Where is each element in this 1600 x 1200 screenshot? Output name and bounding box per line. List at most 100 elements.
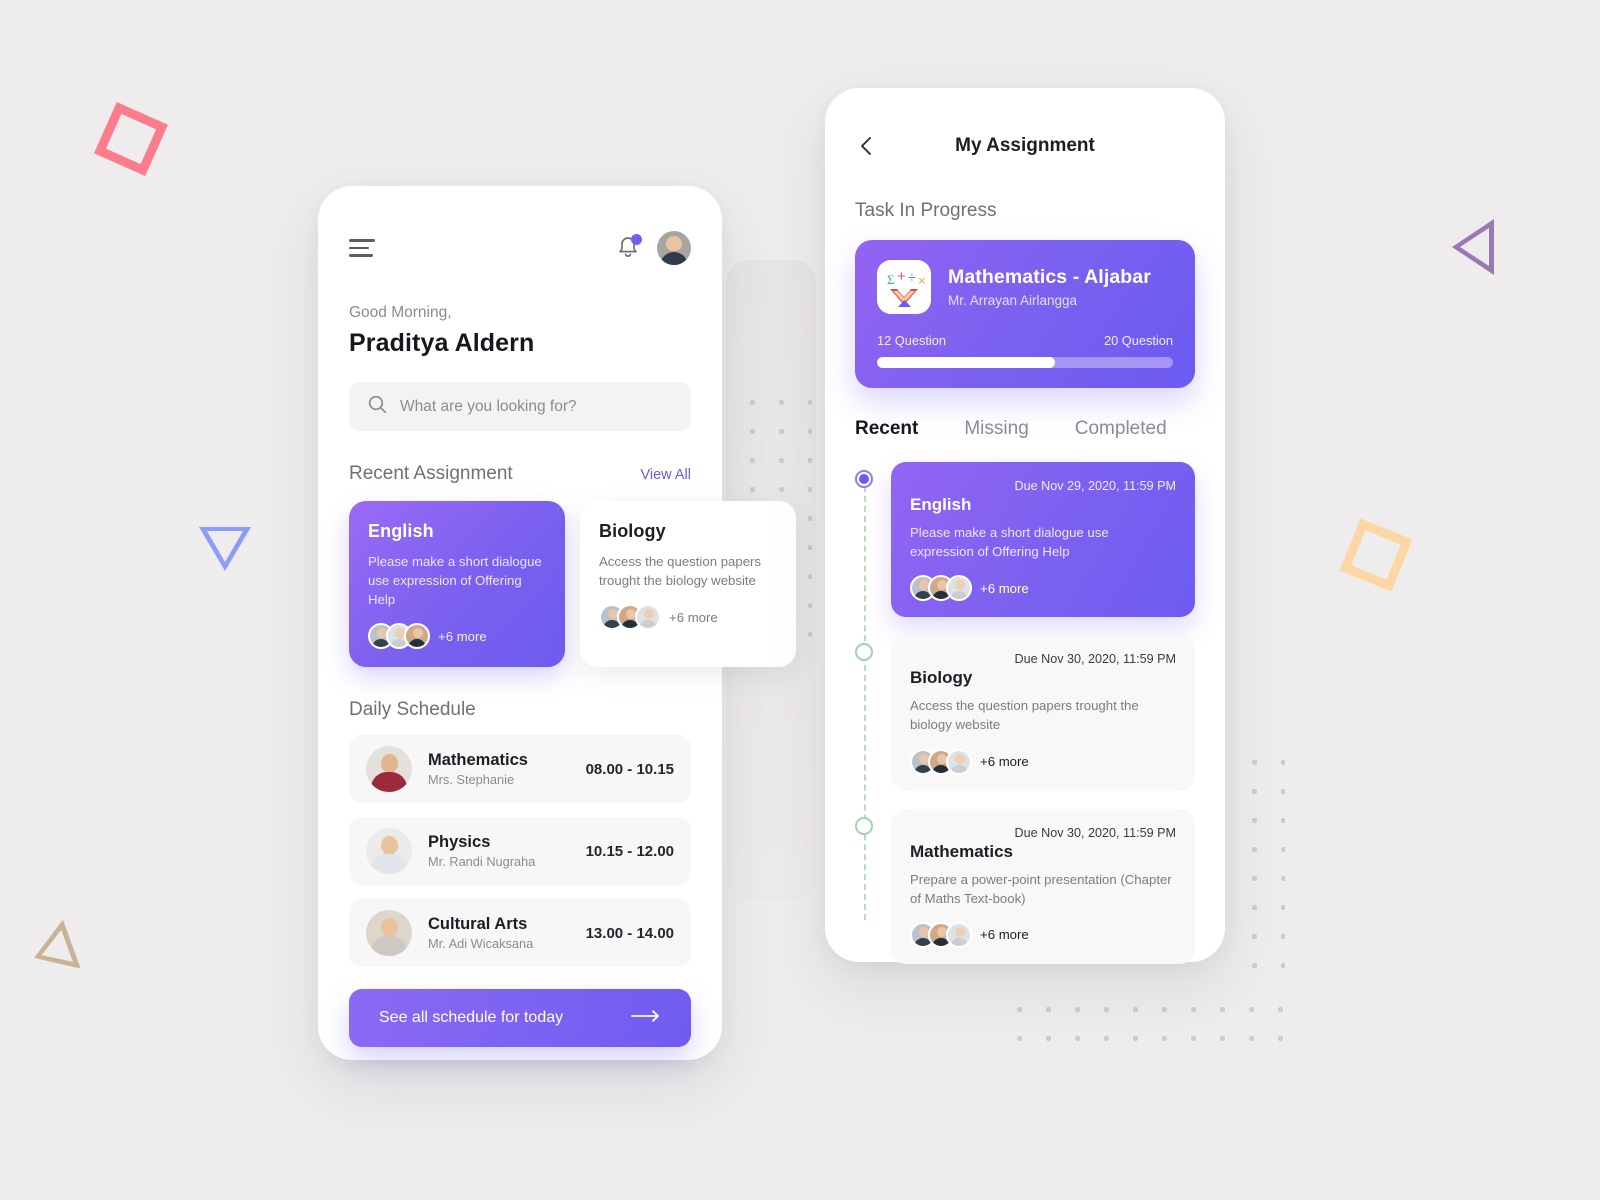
due-date: Due Nov 30, 2020, 11:59 PM [1014,652,1177,667]
participants-more-label: +6 more [980,580,1029,596]
task-progress-fill [877,357,1055,368]
tab-recent[interactable]: Recent [855,418,918,440]
task-subject: Mathematics - Aljabar [948,266,1151,288]
timeline-item-mathematics: Due Nov 30, 2020, 11:59 PM Mathematics P… [855,808,1195,964]
schedule-teacher: Mr. Adi Wicaksana [428,936,534,952]
decorative-triangle-blue [199,527,251,571]
timeline-subject: Biology [910,668,973,688]
tab-missing[interactable]: Missing [964,418,1028,440]
notification-badge [631,234,642,245]
arrow-right-icon [631,1009,661,1028]
timeline-connector [863,476,866,920]
assignment-card-english[interactable]: English Please make a short dialogue use… [349,501,565,668]
section-title-recent-assignment: Recent Assignment [349,463,513,484]
due-date: Due Nov 29, 2020, 11:59 PM [1014,479,1177,493]
svg-text:÷: ÷ [908,269,916,285]
assignment-screen: My Assignment Task In Progress Σ + ÷ × M… [825,88,1225,964]
participants-more-label: +6 more [438,628,487,644]
task-progress-bar [877,357,1173,368]
svg-text:+: + [897,268,906,285]
schedule-subject: Cultural Arts [428,915,528,934]
timeline-marker [855,643,873,662]
due-date: Due Nov 30, 2020, 11:59 PM [1014,825,1177,840]
decorative-triangle-purple [1452,219,1494,275]
participants-more-label: +6 more [980,754,1029,770]
dot-grid-right [1240,748,1285,983]
timeline-subject: Mathematics [910,841,1013,861]
timeline-description: Please make a short dialogue use express… [910,525,1109,560]
schedule-teacher: Mrs. Stephanie [428,772,515,788]
view-all-link[interactable]: View All [640,467,691,483]
menu-icon[interactable] [349,239,375,257]
participant-avatar [404,623,430,650]
decorative-square-orange [1339,518,1413,592]
timeline-participants: +6 more [910,921,1176,948]
recent-assignment-header: Recent Assignment View All [349,463,691,485]
assignment-topbar: My Assignment [855,128,1195,164]
task-in-progress-card[interactable]: Σ + ÷ × Mathematics - Aljabar Mr. Arraya… [855,240,1195,388]
schedule-item-mathematics[interactable]: Mathematics Mrs. Stephanie 08.00 - 10.15 [349,735,691,804]
timeline-marker [855,816,873,835]
search-icon [368,395,387,419]
dot-grid-bottom [1005,995,1285,1043]
home-screen: Good Morning, Praditya Aldern Recent Ass… [318,186,796,1060]
questions-done-label: 12 Question [877,333,947,348]
schedule-subject: Physics [428,833,491,852]
assignment-participants: +6 more [368,623,546,650]
search-bar[interactable] [349,382,691,431]
section-title-task-in-progress: Task In Progress [855,200,997,221]
timeline-item-biology: Due Nov 30, 2020, 11:59 PM Biology Acces… [855,635,1195,791]
participant-avatar [946,748,972,775]
teacher-avatar [366,746,412,793]
participant-avatar [946,575,972,602]
timeline-description: Prepare a power-point presentation (Chap… [910,871,1172,906]
schedule-subject: Mathematics [428,751,528,770]
avatar[interactable] [657,231,691,265]
schedule-teacher: Mr. Randi Nugraha [428,854,536,870]
timeline-participants: +6 more [910,748,1176,775]
assignment-card-biology[interactable]: Biology Access the question papers troug… [580,501,796,668]
assignment-tabs: Recent Missing Completed [855,418,1195,440]
home-topbar [349,230,691,266]
teacher-avatar [366,910,412,957]
timeline-description: Access the question papers trought the b… [910,698,1139,733]
decorative-triangle-tan [25,919,81,983]
schedule-time: 13.00 - 14.00 [585,924,674,942]
timeline-marker-active [855,470,873,488]
assignment-card-list: English Please make a short dialogue use… [349,501,796,668]
greeting-text: Good Morning, [349,304,452,321]
assignment-subject: Biology [599,521,666,541]
canvas: Good Morning, Praditya Aldern Recent Ass… [0,0,1600,1200]
schedule-time: 08.00 - 10.15 [585,760,674,778]
timeline-subject: English [910,495,972,514]
see-all-schedule-label: See all schedule for today [379,1009,564,1027]
participants-more-label: +6 more [980,927,1029,943]
page-title: My Assignment [955,135,1095,156]
schedule-item-cultural-arts[interactable]: Cultural Arts Mr. Adi Wicaksana 13.00 - … [349,899,691,968]
timeline-participants: +6 more [910,575,1176,602]
mathematics-icon: Σ + ÷ × [877,260,931,314]
user-name: Praditya Aldern [349,329,535,357]
search-input[interactable] [400,397,672,416]
assignment-timeline: Due Nov 29, 2020, 11:59 PM English Pleas… [855,462,1195,964]
timeline-card-biology[interactable]: Due Nov 30, 2020, 11:59 PM Biology Acces… [891,635,1195,791]
tab-completed[interactable]: Completed [1075,418,1167,440]
assignment-description: Please make a short dialogue use express… [368,554,542,608]
participant-avatar [946,921,972,948]
assignment-subject: English [368,521,434,541]
decorative-square-pink [94,102,168,176]
notification-bell-icon[interactable] [616,234,642,261]
assignment-participants: +6 more [599,604,777,631]
participants-more-label: +6 more [669,609,718,625]
section-title-daily-schedule: Daily Schedule [349,699,476,721]
schedule-time: 10.15 - 12.00 [585,842,674,860]
see-all-schedule-button[interactable]: See all schedule for today [349,989,691,1048]
schedule-item-physics[interactable]: Physics Mr. Randi Nugraha 10.15 - 12.00 [349,817,691,886]
timeline-card-english[interactable]: Due Nov 29, 2020, 11:59 PM English Pleas… [891,462,1195,618]
timeline-card-mathematics[interactable]: Due Nov 30, 2020, 11:59 PM Mathematics P… [891,808,1195,964]
svg-text:Σ: Σ [887,272,895,287]
questions-total-label: 20 Question [1103,333,1173,348]
teacher-avatar [366,828,412,875]
task-teacher: Mr. Arrayan Airlangga [948,293,1078,308]
assignment-description: Access the question papers trought the b… [599,554,762,589]
